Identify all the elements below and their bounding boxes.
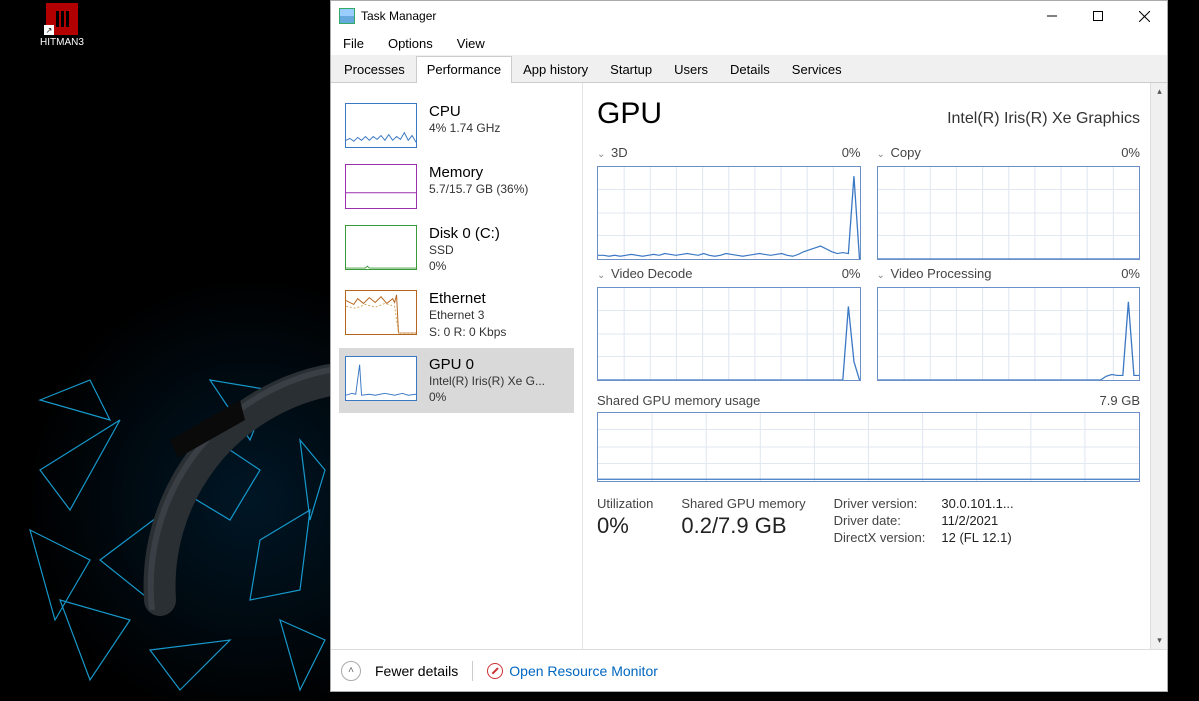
tab-performance[interactable]: Performance <box>416 56 512 83</box>
ethernet-sub2: S: 0 R: 0 Kbps <box>429 324 506 340</box>
memory-title: Memory <box>429 164 528 181</box>
chevron-up-icon: ˄ <box>348 665 354 676</box>
directx-v: 12 (FL 12.1) <box>941 530 1013 545</box>
minimize-button[interactable] <box>1029 1 1075 31</box>
cpu-thumb <box>345 103 417 148</box>
resource-monitor-icon <box>487 663 503 679</box>
driver-date-v: 11/2/2021 <box>941 513 1013 528</box>
disk-sub2: 0% <box>429 258 500 274</box>
chevron-down-icon: ⌄ <box>597 149 605 160</box>
util-label: Utilization <box>597 496 653 511</box>
gpu-heading: GPU <box>597 97 662 131</box>
menu-options[interactable]: Options <box>384 34 437 53</box>
tabbar: Processes Performance App history Startu… <box>331 55 1167 83</box>
sidebar-item-gpu[interactable]: GPU 0 Intel(R) Iris(R) Xe G... 0% <box>339 348 574 413</box>
chart-copy-pct: 0% <box>1121 145 1140 160</box>
shared-label: Shared GPU memory <box>681 496 805 511</box>
chart-video-decode[interactable] <box>597 287 861 381</box>
cpu-sub: 4% 1.74 GHz <box>429 120 500 136</box>
tab-users[interactable]: Users <box>663 56 719 83</box>
sidebar-item-memory[interactable]: Memory 5.7/15.7 GB (36%) <box>339 156 574 217</box>
disk-thumb <box>345 225 417 270</box>
driver-date-k: Driver date: <box>834 513 926 528</box>
tab-services[interactable]: Services <box>781 56 853 83</box>
tab-startup[interactable]: Startup <box>599 56 663 83</box>
chart-decode-label[interactable]: ⌄ Video Decode <box>597 266 692 281</box>
performance-sidebar: CPU 4% 1.74 GHz Memory 5.7/15.7 GB (36%) <box>331 83 583 649</box>
gpu-main-panel: GPU Intel(R) Iris(R) Xe Graphics ⌄ 3D 0%… <box>583 83 1167 649</box>
desktop-icon-label: HITMAN3 <box>38 37 86 48</box>
directx-k: DirectX version: <box>834 530 926 545</box>
memory-thumb <box>345 164 417 209</box>
chart-3d[interactable] <box>597 166 861 260</box>
shared-mem-label: Shared GPU memory usage <box>597 393 760 408</box>
chart-shared-mem[interactable] <box>597 412 1140 482</box>
fewer-details-link[interactable]: Fewer details <box>375 663 458 679</box>
shared-value: 0.2/7.9 GB <box>681 513 805 539</box>
desktop-shortcut-hitman3[interactable]: ↗ HITMAN3 <box>38 3 86 48</box>
titlebar[interactable]: Task Manager <box>331 1 1167 31</box>
chart-copy-label[interactable]: ⌄ Copy <box>877 145 921 160</box>
memory-sub: 5.7/15.7 GB (36%) <box>429 181 528 197</box>
chevron-down-icon: ⌄ <box>597 270 605 281</box>
ethernet-title: Ethernet <box>429 290 506 307</box>
task-manager-window: Task Manager File Options View Processes… <box>330 0 1168 692</box>
gpu-title-sidebar: GPU 0 <box>429 356 545 373</box>
scroll-up-icon[interactable]: ▴ <box>1151 83 1168 100</box>
disk-title: Disk 0 (C:) <box>429 225 500 242</box>
chart-proc-label[interactable]: ⌄ Video Processing <box>877 266 992 281</box>
tab-details[interactable]: Details <box>719 56 781 83</box>
cpu-title: CPU <box>429 103 500 120</box>
menu-view[interactable]: View <box>453 34 489 53</box>
open-resource-monitor-link[interactable]: Open Resource Monitor <box>487 663 658 679</box>
close-button[interactable] <box>1121 1 1167 31</box>
desktop[interactable]: ↗ HITMAN3 Task Manager File Options View… <box>0 0 1199 701</box>
footer: ˄ Fewer details Open Resource Monitor <box>331 649 1167 691</box>
chart-copy[interactable] <box>877 166 1141 260</box>
scroll-down-icon[interactable]: ▾ <box>1151 632 1168 649</box>
chart-3d-label[interactable]: ⌄ 3D <box>597 145 628 160</box>
sidebar-item-cpu[interactable]: CPU 4% 1.74 GHz <box>339 95 574 156</box>
menu-file[interactable]: File <box>339 34 368 53</box>
desktop-wallpaper <box>0 0 330 701</box>
collapse-button[interactable]: ˄ <box>341 661 361 681</box>
chart-decode-pct: 0% <box>842 266 861 281</box>
shared-mem-max: 7.9 GB <box>1100 393 1140 408</box>
gpu-sub1: Intel(R) Iris(R) Xe G... <box>429 373 545 389</box>
util-value: 0% <box>597 513 653 539</box>
vertical-scrollbar[interactable]: ▴ ▾ <box>1150 83 1167 649</box>
task-manager-icon <box>339 8 355 24</box>
menubar: File Options View <box>331 31 1167 55</box>
chevron-down-icon: ⌄ <box>877 270 885 281</box>
shortcut-arrow-icon: ↗ <box>44 25 54 35</box>
ethernet-thumb <box>345 290 417 335</box>
chart-proc-pct: 0% <box>1121 266 1140 281</box>
chart-video-processing[interactable] <box>877 287 1141 381</box>
separator <box>472 661 473 681</box>
driver-version-v: 30.0.101.1... <box>941 496 1013 511</box>
sidebar-item-disk[interactable]: Disk 0 (C:) SSD 0% <box>339 217 574 282</box>
chart-3d-pct: 0% <box>842 145 861 160</box>
ethernet-sub1: Ethernet 3 <box>429 307 506 323</box>
disk-sub1: SSD <box>429 242 500 258</box>
maximize-button[interactable] <box>1075 1 1121 31</box>
driver-version-k: Driver version: <box>834 496 926 511</box>
window-title: Task Manager <box>361 9 436 23</box>
gpu-sub2: 0% <box>429 389 545 405</box>
sidebar-item-ethernet[interactable]: Ethernet Ethernet 3 S: 0 R: 0 Kbps <box>339 282 574 347</box>
tab-app-history[interactable]: App history <box>512 56 599 83</box>
gpu-name: Intel(R) Iris(R) Xe Graphics <box>947 110 1140 128</box>
chevron-down-icon: ⌄ <box>877 149 885 160</box>
gpu-thumb <box>345 356 417 401</box>
tab-processes[interactable]: Processes <box>333 56 416 83</box>
